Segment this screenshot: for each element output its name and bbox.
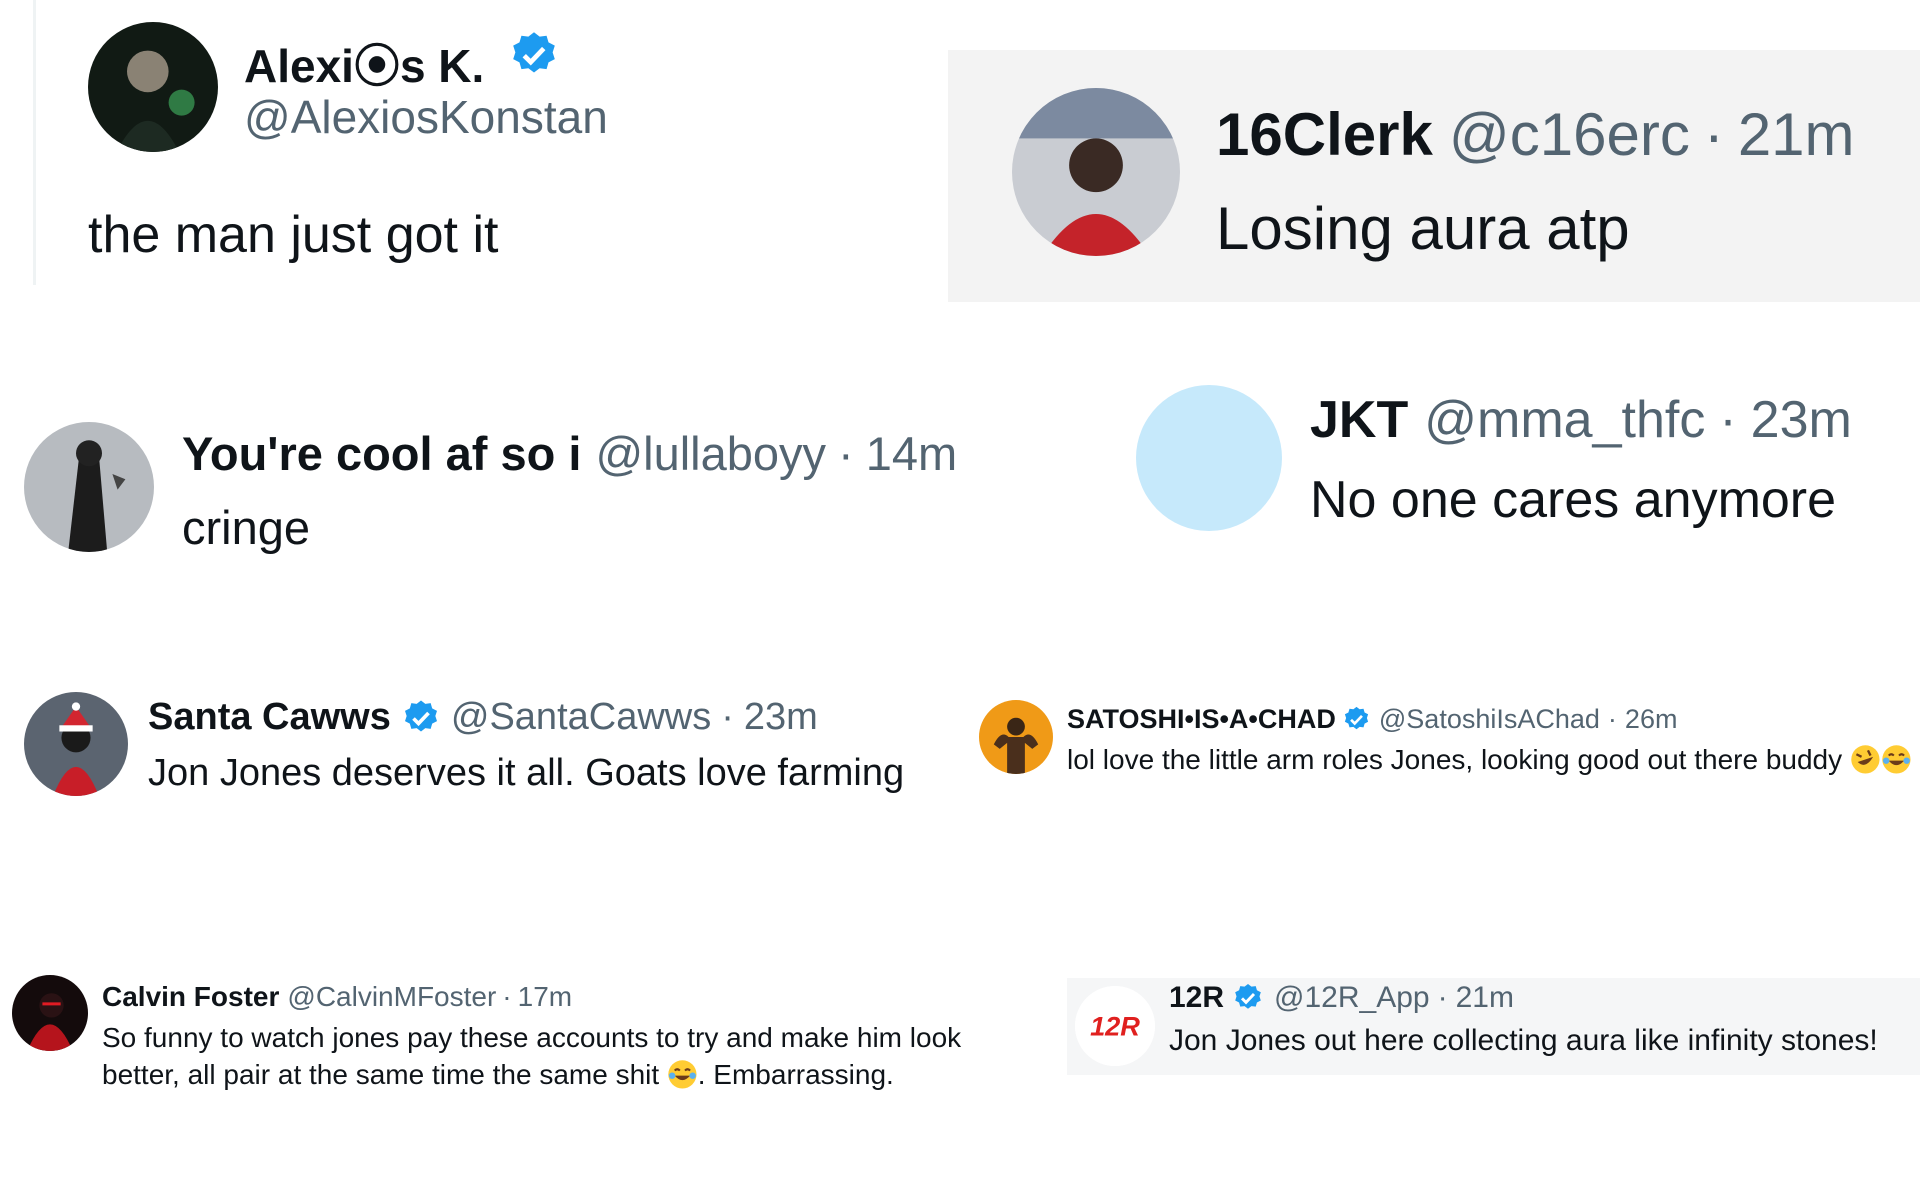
display-name[interactable]: 16Clerk: [1216, 100, 1433, 169]
timestamp[interactable]: 21m: [1738, 100, 1855, 169]
display-name[interactable]: JKT: [1310, 390, 1408, 450]
display-name[interactable]: Santa Cawws: [148, 696, 391, 739]
tweet-alexios[interactable]: Alexi⦿s K. @AlexiosKonstan the man just …: [0, 0, 700, 285]
verified-badge-icon: [1232, 982, 1264, 1014]
user-handle[interactable]: @SatoshiIsAChad: [1379, 704, 1600, 735]
tweet-text: Jon Jones out here collecting aura like …: [1169, 1024, 1878, 1057]
thread-line: [33, 0, 36, 285]
tweet-text: the man just got it: [88, 206, 499, 264]
separator: ·: [1437, 981, 1448, 1014]
timestamp[interactable]: 21m: [1456, 981, 1514, 1015]
separator: ·: [1703, 101, 1724, 168]
avatar[interactable]: 12R: [1075, 986, 1155, 1066]
timestamp[interactable]: 14m: [866, 426, 957, 481]
separator: ·: [502, 981, 512, 1012]
timestamp[interactable]: 26m: [1625, 704, 1678, 735]
avatar[interactable]: [88, 22, 218, 152]
display-name[interactable]: 12R: [1169, 981, 1224, 1015]
verified-badge-icon: [401, 698, 441, 738]
tweet-header: Calvin Foster @CalvinMFoster · 17m: [102, 981, 572, 1013]
tweet-header: JKT @mma_thfc · 23m: [1310, 390, 1852, 450]
tweet-text: lol love the little arm roles Jones, loo…: [1067, 744, 1843, 776]
avatar[interactable]: [12, 975, 88, 1051]
avatar[interactable]: [24, 692, 128, 796]
rofl-emoji-icon: [1850, 744, 1881, 775]
tweet-12r[interactable]: 12R 12R @12R_App · 21m Jon Jones out her…: [1067, 978, 1920, 1075]
tears-of-joy-emoji-icon: [1881, 744, 1912, 775]
avatar[interactable]: [1136, 385, 1282, 531]
separator: ·: [1607, 704, 1617, 734]
tweet-text: No one cares anymore: [1310, 471, 1837, 529]
tweet-header: 16Clerk @c16erc · 21m: [1216, 100, 1855, 169]
user-handle[interactable]: @lullaboyy: [595, 426, 826, 481]
tweet-16clerk[interactable]: 16Clerk @c16erc · 21m Losing aura atp: [948, 50, 1920, 302]
tweet-text-end: . Embarrassing.: [697, 1059, 894, 1090]
verified-badge-icon: [1342, 705, 1371, 734]
tweet-text-row: lol love the little arm roles Jones, loo…: [1067, 744, 1912, 776]
tears-of-joy-emoji-icon: [667, 1059, 698, 1090]
display-name[interactable]: SATOSHI•IS•A•CHAD: [1067, 704, 1336, 735]
verified-badge-icon: [508, 29, 560, 81]
display-name[interactable]: Calvin Foster: [102, 981, 279, 1013]
tweet-text: Losing aura atp: [1216, 195, 1630, 262]
separator: ·: [721, 696, 734, 738]
tweet-text: cringe: [182, 501, 311, 554]
user-handle[interactable]: @AlexiosKonstan: [244, 90, 608, 144]
logo-text: 12R: [1090, 1011, 1140, 1042]
user-handle[interactable]: @12R_App: [1274, 981, 1430, 1015]
avatar[interactable]: [979, 700, 1053, 774]
tweet-text-block: So funny to watch jones pay these accoun…: [102, 1019, 982, 1093]
tweet-santacawws[interactable]: Santa Cawws @SantaCawws · 23m Jon Jones …: [0, 680, 960, 810]
tweet-text: Jon Jones deserves it all. Goats love fa…: [148, 752, 905, 794]
timestamp[interactable]: 17m: [518, 981, 572, 1013]
tweet-header: Santa Cawws @SantaCawws · 23m: [148, 696, 818, 739]
tweet-header: 12R @12R_App · 21m: [1169, 981, 1514, 1015]
separator: ·: [838, 427, 854, 480]
user-handle[interactable]: @mma_thfc: [1424, 390, 1705, 450]
timestamp[interactable]: 23m: [1751, 390, 1852, 450]
avatar[interactable]: [24, 422, 154, 552]
tweet-header: SATOSHI•IS•A•CHAD @SatoshiIsAChad · 26m: [1067, 704, 1677, 735]
display-name[interactable]: You're cool af so i: [182, 426, 581, 481]
tweet-jkt[interactable]: JKT @mma_thfc · 23m No one cares anymore: [1120, 370, 1920, 540]
tweet-satoshi[interactable]: SATOSHI•IS•A•CHAD @SatoshiIsAChad · 26m …: [975, 690, 1920, 800]
tweet-header: You're cool af so i @lullaboyy · 14m: [182, 426, 957, 481]
display-name[interactable]: Alexi⦿s K.: [244, 30, 484, 96]
user-handle[interactable]: @c16erc: [1449, 100, 1690, 169]
user-handle[interactable]: @SantaCawws: [451, 696, 711, 739]
timestamp[interactable]: 23m: [744, 696, 818, 739]
tweet-calvinfoster[interactable]: Calvin Foster @CalvinMFoster · 17m So fu…: [0, 965, 990, 1095]
tweet-lullaboyy[interactable]: You're cool af so i @lullaboyy · 14m cri…: [0, 400, 1010, 560]
user-handle[interactable]: @CalvinMFoster: [287, 981, 496, 1013]
separator: ·: [1719, 391, 1737, 449]
avatar[interactable]: [1012, 88, 1180, 256]
